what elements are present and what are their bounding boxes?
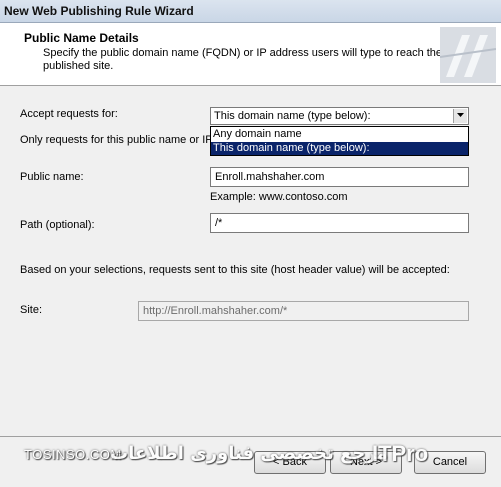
option-this-domain[interactable]: This domain name (type below):	[211, 142, 468, 155]
example-text: Example: www.contoso.com	[210, 191, 348, 203]
accept-requests-select[interactable]: This domain name (type below):	[210, 107, 469, 125]
title-bar: New Web Publishing Rule Wizard	[0, 0, 501, 23]
page-title: Public Name Details	[24, 31, 139, 45]
public-name-label: Public name:	[20, 171, 84, 183]
wizard-logo-icon	[439, 27, 497, 83]
only-requests-text: Only requests for this public name or IP	[20, 134, 213, 146]
dropdown-arrow-button[interactable]	[453, 109, 467, 123]
based-on-selections-text: Based on your selections, requests sent …	[20, 264, 450, 276]
option-any-domain[interactable]: Any domain name	[211, 128, 468, 141]
watermark-right: ITPro	[372, 441, 429, 466]
accept-requests-label: Accept requests for:	[20, 108, 118, 120]
site-field: http://Enroll.mahshaher.com/*	[138, 301, 469, 321]
accept-requests-dropdown-list: Any domain name This domain name (type b…	[210, 126, 469, 156]
watermark-middle: مرجع تخصصی فناوری اطلاعات	[110, 443, 388, 464]
path-input[interactable]: /*	[210, 213, 469, 233]
public-name-input[interactable]: Enroll.mahshaher.com	[210, 167, 469, 187]
window-title: New Web Publishing Rule Wizard	[4, 4, 194, 18]
button-bar: < Back Next > Cancel TOSINSO.COM مرجع تخ…	[0, 436, 501, 487]
wizard-header: Public Name Details Specify the public d…	[0, 23, 501, 86]
watermark-left: TOSINSO.COM	[24, 447, 122, 462]
accept-selected-value: This domain name (type below):	[214, 110, 371, 122]
site-label: Site:	[20, 304, 43, 316]
path-label: Path (optional):	[20, 219, 95, 231]
page-description: Specify the public domain name (FQDN) or…	[43, 47, 443, 72]
chevron-down-icon	[457, 113, 464, 117]
